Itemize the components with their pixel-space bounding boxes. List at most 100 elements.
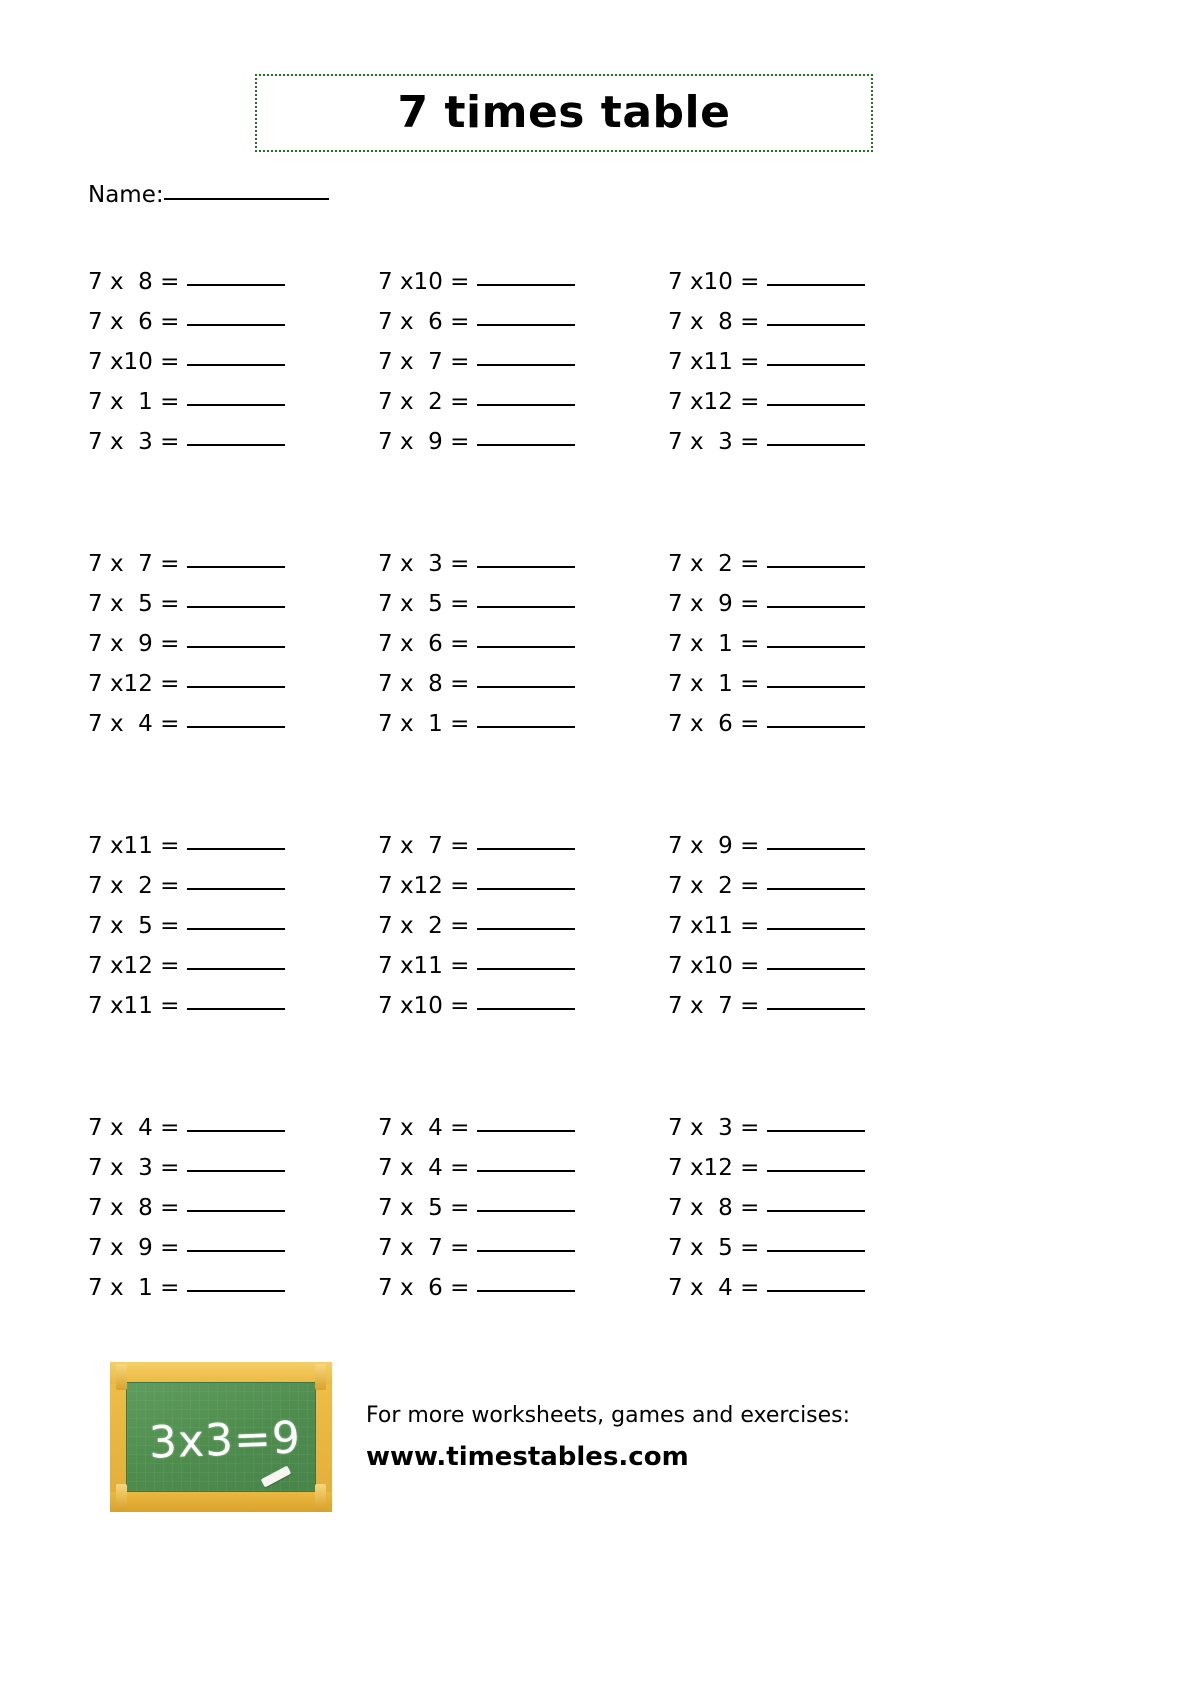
answer-blank[interactable] (767, 1289, 866, 1292)
problem-item: 7 x 1 = (88, 382, 378, 422)
problem-expression: 7 x 7 = (378, 833, 470, 859)
answer-blank[interactable] (187, 847, 286, 850)
answer-blank[interactable] (187, 967, 286, 970)
answer-blank[interactable] (187, 1169, 286, 1172)
answer-blank[interactable] (767, 927, 866, 930)
problem-item: 7 x 8 = (378, 664, 668, 704)
problem-expression: 7 x11 = (88, 993, 180, 1019)
problem-expression: 7 x 4 = (378, 1155, 470, 1181)
answer-blank[interactable] (477, 443, 576, 446)
problem-item: 7 x10 = (668, 262, 958, 302)
answer-blank[interactable] (477, 1169, 576, 1172)
problem-expression: 7 x12 = (88, 953, 180, 979)
answer-blank[interactable] (187, 443, 286, 446)
problem-expression: 7 x 5 = (378, 591, 470, 617)
problem-expression: 7 x 3 = (668, 429, 760, 455)
answer-blank[interactable] (477, 565, 576, 568)
chalkboard-frame-top (110, 1362, 332, 1384)
answer-blank[interactable] (187, 565, 286, 568)
problem-expression: 7 x10 = (88, 349, 180, 375)
problem-item: 7 x 1 = (668, 664, 958, 704)
answer-blank[interactable] (767, 1249, 866, 1252)
answer-blank[interactable] (767, 363, 866, 366)
problem-expression: 7 x 9 = (378, 429, 470, 455)
answer-blank[interactable] (187, 645, 286, 648)
answer-blank[interactable] (187, 1249, 286, 1252)
problem-expression: 7 x 7 = (378, 349, 470, 375)
chalkboard-peg-top-right (315, 1364, 326, 1390)
answer-blank[interactable] (767, 1007, 866, 1010)
answer-blank[interactable] (767, 967, 866, 970)
answer-blank[interactable] (477, 323, 576, 326)
answer-blank[interactable] (187, 403, 286, 406)
answer-blank[interactable] (187, 927, 286, 930)
problem-expression: 7 x 8 = (668, 1195, 760, 1221)
answer-blank[interactable] (187, 1007, 286, 1010)
answer-blank[interactable] (477, 283, 576, 286)
answer-blank[interactable] (187, 1289, 286, 1292)
problem-expression: 7 x 5 = (668, 1235, 760, 1261)
answer-blank[interactable] (477, 1007, 576, 1010)
answer-blank[interactable] (477, 1129, 576, 1132)
answer-blank[interactable] (767, 323, 866, 326)
problem-item: 7 x 2 = (668, 544, 958, 584)
answer-blank[interactable] (477, 967, 576, 970)
answer-blank[interactable] (187, 1129, 286, 1132)
problem-expression: 7 x 1 = (668, 631, 760, 657)
answer-blank[interactable] (767, 847, 866, 850)
answer-blank[interactable] (477, 887, 576, 890)
name-field-row: Name: (88, 182, 329, 208)
answer-blank[interactable] (767, 1169, 866, 1172)
problem-item: 7 x11 = (668, 906, 958, 946)
answer-blank[interactable] (187, 283, 286, 286)
answer-blank[interactable] (767, 645, 866, 648)
answer-blank[interactable] (187, 887, 286, 890)
problem-expression: 7 x10 = (668, 953, 760, 979)
problem-expression: 7 x 3 = (88, 1155, 180, 1181)
problem-item: 7 x10 = (378, 986, 668, 1026)
problem-expression: 7 x10 = (378, 269, 470, 295)
answer-blank[interactable] (477, 1209, 576, 1212)
answer-blank[interactable] (767, 725, 866, 728)
problem-item: 7 x 8 = (88, 1188, 378, 1228)
answer-blank[interactable] (477, 363, 576, 366)
answer-blank[interactable] (477, 1289, 576, 1292)
answer-blank[interactable] (767, 1209, 866, 1212)
problem-item: 7 x 6 = (88, 302, 378, 342)
problem-expression: 7 x12 = (668, 1155, 760, 1181)
answer-blank[interactable] (477, 645, 576, 648)
answer-blank[interactable] (767, 443, 866, 446)
answer-blank[interactable] (767, 403, 866, 406)
chalkboard-logo-icon: 3x3=9 (110, 1362, 332, 1512)
name-label: Name: (88, 182, 164, 208)
answer-blank[interactable] (767, 1129, 866, 1132)
answer-blank[interactable] (477, 605, 576, 608)
footer-website-link[interactable]: www.timestables.com (366, 1439, 850, 1475)
problem-expression: 7 x12 = (378, 873, 470, 899)
answer-blank[interactable] (477, 847, 576, 850)
answer-blank[interactable] (477, 927, 576, 930)
answer-blank[interactable] (767, 565, 866, 568)
answer-blank[interactable] (767, 685, 866, 688)
problem-block: 7 x11 = 7 x 7 = 7 x 9 = 7 x 2 = 7 x12 = 7 x 2… (88, 826, 888, 1026)
answer-blank[interactable] (767, 283, 866, 286)
problem-expression: 7 x10 = (668, 269, 760, 295)
problem-item: 7 x 8 = (88, 262, 378, 302)
problem-item: 7 x 3 = (88, 1148, 378, 1188)
problem-expression: 7 x 9 = (668, 591, 760, 617)
answer-blank[interactable] (767, 605, 866, 608)
answer-blank[interactable] (477, 1249, 576, 1252)
answer-blank[interactable] (477, 685, 576, 688)
answer-blank[interactable] (187, 685, 286, 688)
answer-blank[interactable] (187, 363, 286, 366)
answer-blank[interactable] (187, 605, 286, 608)
answer-blank[interactable] (187, 323, 286, 326)
answer-blank[interactable] (477, 725, 576, 728)
problem-expression: 7 x11 = (88, 833, 180, 859)
answer-blank[interactable] (477, 403, 576, 406)
answer-blank[interactable] (187, 725, 286, 728)
answer-blank[interactable] (767, 887, 866, 890)
answer-blank[interactable] (187, 1209, 286, 1212)
problem-expression: 7 x 1 = (378, 711, 470, 737)
name-input-blank[interactable] (163, 197, 329, 200)
